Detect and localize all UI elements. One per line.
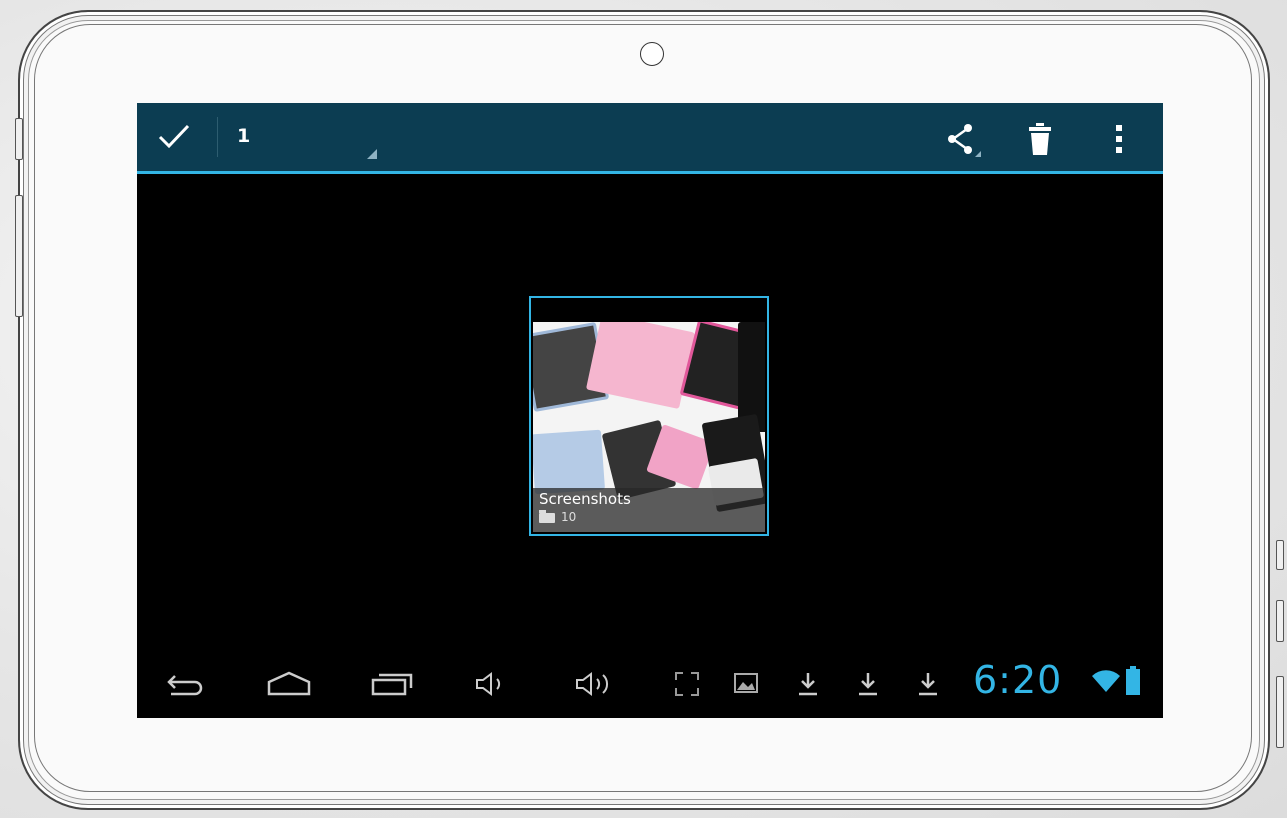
volume-down-icon[interactable] <box>473 670 509 698</box>
volume-rocker <box>15 195 23 317</box>
power-button <box>15 118 23 160</box>
spinner-indicator-icon[interactable] <box>367 149 377 159</box>
navigation-bar: 6:20 <box>137 648 1163 718</box>
selected-count[interactable]: 1 <box>237 125 250 147</box>
fullscreen-icon[interactable] <box>673 670 701 698</box>
divider <box>217 117 218 157</box>
overflow-menu-icon[interactable] <box>1113 121 1125 157</box>
download-icon[interactable] <box>857 670 879 698</box>
check-icon[interactable] <box>157 121 191 151</box>
battery-icon[interactable] <box>1125 666 1141 696</box>
download-icon[interactable] <box>917 670 939 698</box>
album-name: Screenshots <box>539 490 631 508</box>
share-icon[interactable] <box>945 121 981 157</box>
home-icon[interactable] <box>265 670 313 698</box>
camera-icon <box>640 42 664 66</box>
album-label: Screenshots 10 <box>533 488 765 532</box>
volume-up-icon[interactable] <box>573 670 615 698</box>
back-icon[interactable] <box>165 670 207 698</box>
album-tile[interactable]: Screenshots 10 <box>529 296 769 536</box>
side-port <box>1276 600 1284 642</box>
side-port <box>1276 676 1284 748</box>
action-bar: 1 <box>137 103 1163 174</box>
folder-icon <box>539 510 555 523</box>
wifi-icon[interactable] <box>1091 668 1121 694</box>
trash-icon[interactable] <box>1027 121 1053 157</box>
album-count: 10 <box>561 510 577 524</box>
thumbnail-photo <box>533 429 606 495</box>
side-port <box>1276 540 1284 570</box>
screen: 1 Screenshots 10 6:20 <box>137 103 1163 718</box>
clock[interactable]: 6:20 <box>973 658 1062 702</box>
download-icon[interactable] <box>797 670 819 698</box>
gallery-notification-icon[interactable] <box>733 670 759 696</box>
recent-apps-icon[interactable] <box>369 670 417 698</box>
